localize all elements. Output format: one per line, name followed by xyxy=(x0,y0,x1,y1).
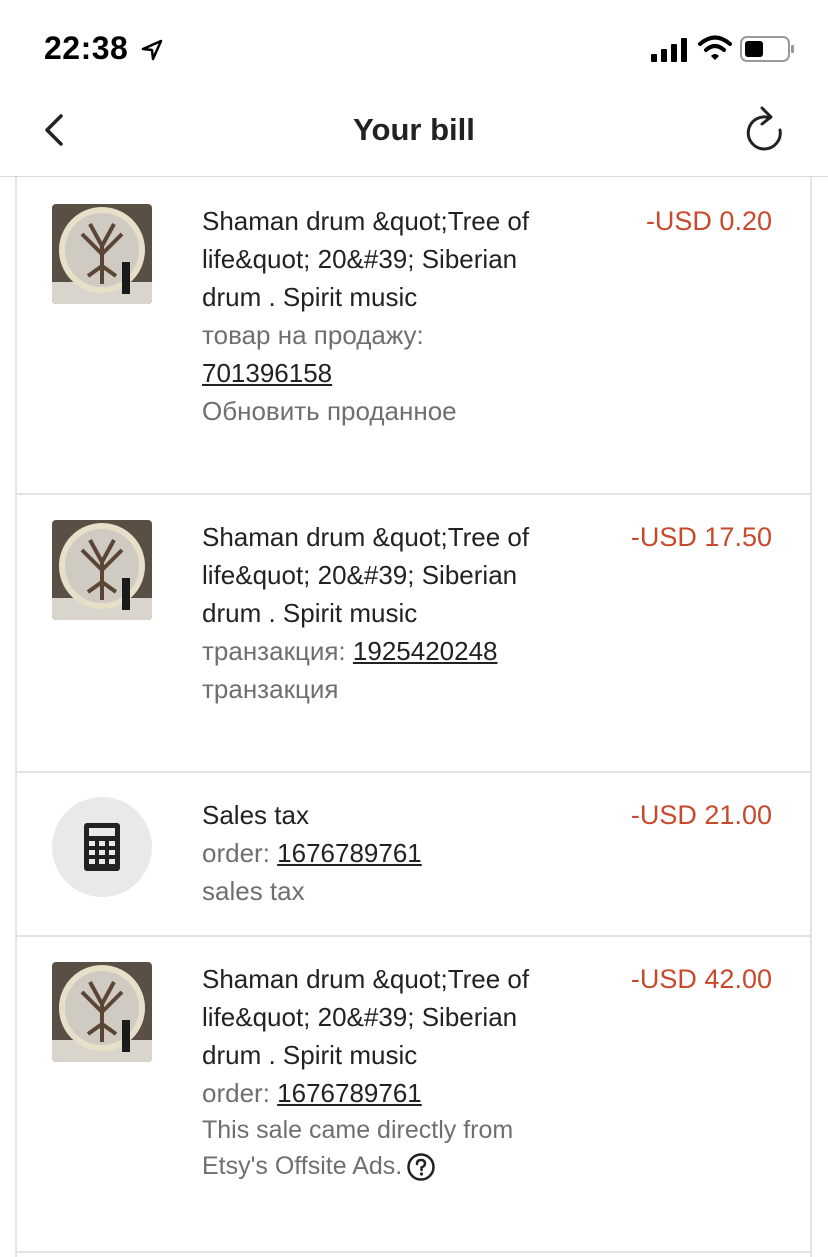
bill-row[interactable]: Shaman drum &quot;Tree of life&quot; 20&… xyxy=(17,177,810,495)
transaction-label: транзакция: xyxy=(202,636,346,666)
item-amount: -USD 0.20 xyxy=(645,206,772,236)
item-amount: -USD 42.00 xyxy=(630,964,772,994)
item-type: sales tax xyxy=(202,876,305,906)
cellular-signal-icon xyxy=(651,38,687,62)
item-title: Sales tax xyxy=(202,800,309,830)
bill-item-details: Shaman drum &quot;Tree of life&quot; 20&… xyxy=(202,960,562,1184)
offsite-ads-note: This sale came directly from Etsy's Offs… xyxy=(202,1112,562,1184)
calculator-icon xyxy=(52,797,152,897)
status-time: 22:38 xyxy=(44,30,129,66)
item-amount: -USD 21.00 xyxy=(630,800,772,830)
page-title: Your bill xyxy=(353,112,475,147)
order-label: order: xyxy=(202,838,270,868)
bill-list: Shaman drum &quot;Tree of life&quot; 20&… xyxy=(15,177,812,1257)
listing-id-link[interactable]: 701396158 xyxy=(202,358,332,388)
item-title: Shaman drum &quot;Tree of life&quot; 20&… xyxy=(202,206,530,312)
refresh-icon[interactable] xyxy=(744,104,788,154)
product-thumbnail xyxy=(52,520,152,620)
bill-item-details: Shaman drum &quot;Tree of life&quot; 20&… xyxy=(202,518,562,708)
help-circle-icon[interactable] xyxy=(406,1152,436,1182)
order-id-link[interactable]: 1676789761 xyxy=(277,1078,422,1108)
item-title: Shaman drum &quot;Tree of life&quot; 20&… xyxy=(202,522,530,628)
bill-item-details: Shaman drum &quot;Tree of life&quot; 20&… xyxy=(202,202,562,430)
item-type: транзакция xyxy=(202,674,339,704)
location-arrow-icon xyxy=(141,39,163,61)
status-bar: 22:38 xyxy=(0,0,828,96)
bill-item-details: Sales tax order: 1676789761 sales tax xyxy=(202,796,562,910)
item-amount: -USD 17.50 xyxy=(630,522,772,552)
bill-row[interactable]: Shaman drum &quot;Tree of life&quot; 20&… xyxy=(17,495,810,773)
listing-label: товар на продажу: xyxy=(202,320,424,350)
battery-icon xyxy=(740,36,794,62)
bill-row[interactable]: Sales tax order: 1676789761 sales tax -U… xyxy=(17,773,810,937)
offsite-ads-text: This sale came directly from Etsy's Offs… xyxy=(202,1116,514,1180)
product-thumbnail xyxy=(52,962,152,1062)
product-thumbnail xyxy=(52,204,152,304)
order-id-link[interactable]: 1676789761 xyxy=(277,838,422,868)
order-label: order: xyxy=(202,1078,270,1108)
item-title: Shaman drum &quot;Tree of life&quot; 20&… xyxy=(202,964,530,1070)
transaction-id-link[interactable]: 1925420248 xyxy=(353,636,498,666)
navigation-bar: Your bill xyxy=(0,96,828,177)
item-type: Обновить проданное xyxy=(202,396,457,426)
bill-row[interactable]: Shaman drum &quot;Tree of life&quot; 20&… xyxy=(17,937,810,1253)
wifi-icon xyxy=(698,35,732,60)
